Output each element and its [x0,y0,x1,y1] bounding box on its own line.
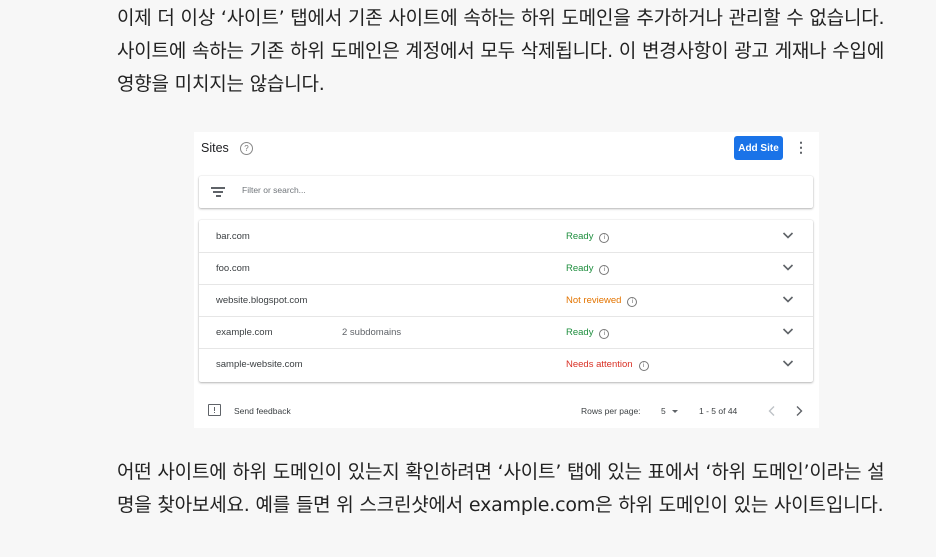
status-text: Ready [566,327,594,338]
status-text: Not reviewed [566,295,622,306]
subdomain-count: 2 subdomains [342,327,402,338]
chevron-down-icon[interactable] [782,229,794,241]
dropdown-caret-icon[interactable] [672,410,678,413]
site-name: bar.com [216,231,250,242]
info-icon[interactable]: i [599,233,610,243]
chevron-down-icon[interactable] [782,357,794,369]
chevron-left-icon[interactable] [767,405,777,417]
status-text: Ready [566,231,594,242]
info-icon[interactable]: i [638,361,649,371]
status-badge: Ready i [566,263,610,275]
status-badge: Ready i [566,231,610,243]
rows-per-page-select[interactable]: 5 [661,406,666,416]
rows-per-page-label: Rows per page: [581,406,641,416]
table-row[interactable]: foo.com Ready i [199,252,813,285]
feedback-icon[interactable] [208,404,221,416]
info-icon[interactable]: i [599,329,610,339]
chevron-right-icon[interactable] [794,405,804,417]
sites-table: bar.com Ready i foo.com Ready i website.bl… [199,220,813,382]
embedded-screenshot: Sites ? Add Site ⋮ bar.com Readyi foo.co… [194,132,819,428]
status-text: Needs attention [566,359,633,370]
chevron-down-icon[interactable] [782,261,794,273]
page-title: Sites [201,141,229,155]
site-name: sample-website.com [216,359,303,370]
table-footer: Send feedback Rows per page: 5 1 - 5 of … [194,394,819,428]
table-row[interactable]: bar.com Ready i [199,220,813,253]
status-badge: Not reviewed i [566,295,638,307]
more-vert-icon[interactable]: ⋮ [794,140,808,154]
article-paragraph-top: 이제 더 이상 ‘사이트’ 탭에서 기존 사이트에 속하는 하위 도메인을 추가… [117,7,885,95]
info-icon[interactable]: i [627,297,638,307]
status-badge: Ready i [566,327,610,339]
sites-header: Sites ? Add Site ⋮ [194,132,819,166]
send-feedback-link[interactable]: Send feedback [234,406,291,416]
chevron-down-icon[interactable] [782,325,794,337]
site-name: foo.com [216,263,250,274]
filter-list-icon[interactable] [211,187,225,197]
filter-search-input[interactable] [242,185,542,195]
pagination-range: 1 - 5 of 44 [699,406,738,416]
status-badge: Needs attention i [566,359,649,371]
status-text: Ready [566,263,594,274]
table-row[interactable]: website.blogspot.com Not reviewed i [199,284,813,317]
site-name: website.blogspot.com [216,295,308,306]
article-paragraph-bottom: 어떤 사이트에 하위 도메인이 있는지 확인하려면 ‘사이트’ 탭에 있는 표에… [117,461,885,516]
table-row[interactable]: example.com 2 subdomains Ready i [199,316,813,349]
add-site-button[interactable]: Add Site [734,136,783,160]
info-icon[interactable]: i [599,265,610,275]
table-row[interactable]: sample-website.com Needs attention i [199,348,813,380]
chevron-down-icon[interactable] [782,293,794,305]
site-name: example.com [216,327,273,338]
filter-bar [199,176,813,208]
help-circle-icon[interactable]: ? [240,142,253,155]
